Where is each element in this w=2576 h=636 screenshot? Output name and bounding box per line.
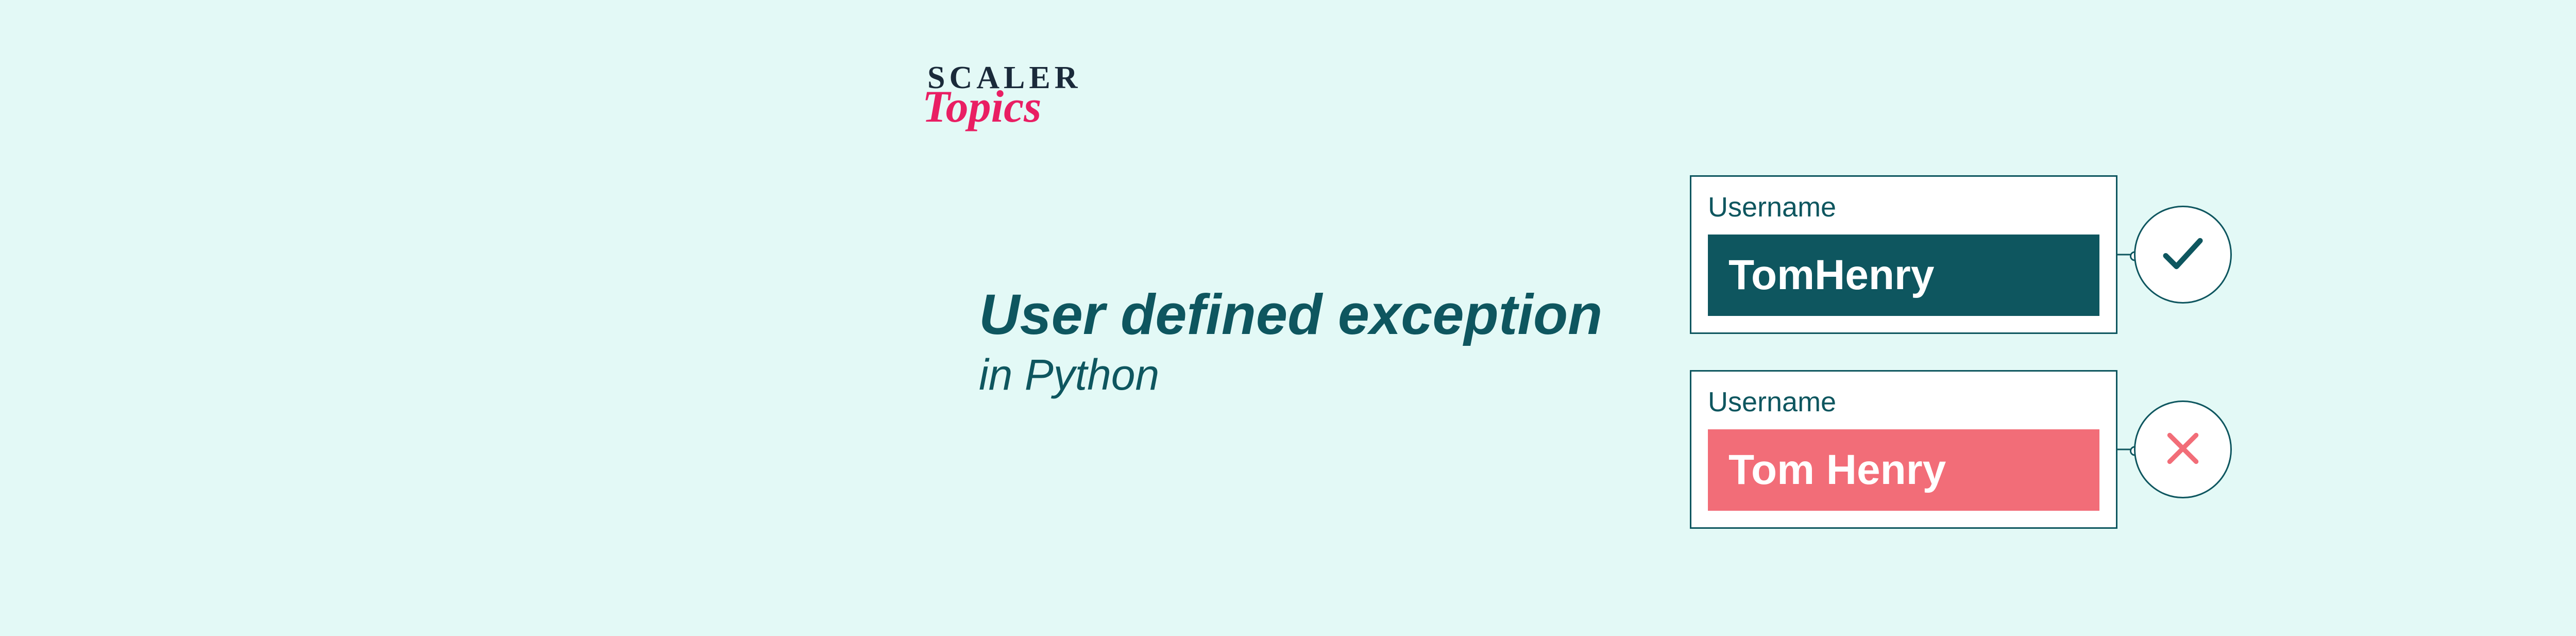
field-label: Username: [1708, 191, 2099, 223]
username-input-invalid: Tom Henry: [1708, 429, 2099, 511]
field-label: Username: [1708, 386, 2099, 418]
connector-line: [2116, 449, 2136, 450]
page-title: User defined exception in Python: [979, 283, 1602, 400]
check-icon: [2157, 228, 2209, 282]
username-input-valid: TomHenry: [1708, 235, 2099, 316]
status-invalid-circle: [2134, 400, 2232, 498]
scaler-topics-logo: SCALER Topics: [927, 62, 1082, 130]
username-field-invalid: Username Tom Henry: [1690, 370, 2117, 529]
username-field-valid: Username TomHenry: [1690, 175, 2117, 334]
illustration: Username TomHenry Username Tom Henry: [1690, 175, 2117, 529]
heading-sub: in Python: [979, 350, 1602, 400]
cross-icon: [2160, 426, 2206, 474]
heading-main: User defined exception: [979, 283, 1602, 346]
status-valid-circle: [2134, 206, 2232, 304]
connector-line: [2116, 254, 2136, 256]
